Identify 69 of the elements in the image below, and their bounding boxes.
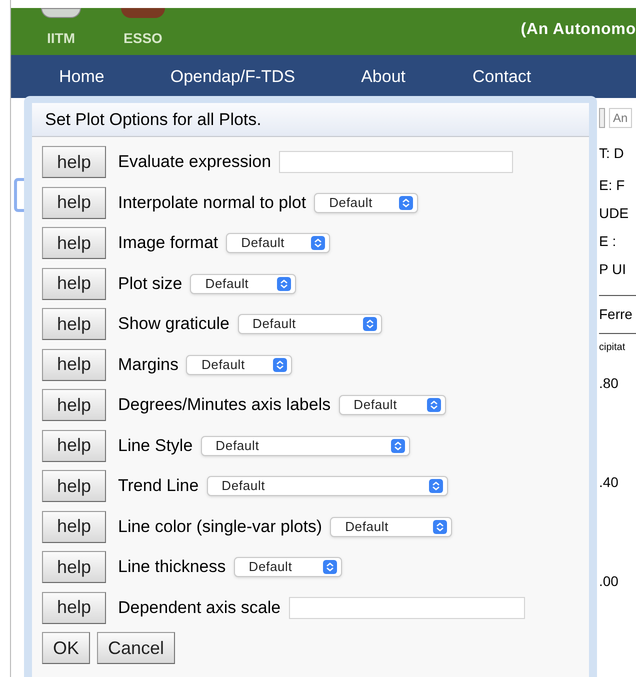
dropdown[interactable]: Default [186,354,292,374]
option-label: Trend Line [118,475,199,498]
chevron-icon [390,438,405,452]
option-label: Dependent axis scale [118,596,281,619]
nav-link[interactable]: Home [59,64,104,90]
chevron-icon [362,317,377,331]
dropdown[interactable]: Default [234,557,342,577]
dropdown[interactable]: Default [238,314,382,334]
nav-link[interactable]: About [361,64,406,90]
chevron-icon [311,236,326,250]
option-label: Image format [118,232,218,254]
help-button[interactable]: help [42,592,106,624]
dropdown[interactable]: Default [190,274,296,294]
chevron-icon [433,520,448,534]
chevron-icon [273,358,288,372]
logo-label: IITM [47,29,75,48]
info-text: P UI [599,260,626,279]
logo-icon [121,8,165,18]
tab-label[interactable]: Ferre [599,304,632,325]
help-button[interactable]: help [42,227,106,259]
chevron-icon [428,479,443,493]
chevron-icon [399,196,414,210]
option-label: Plot size [118,272,182,295]
option-label: Line Style [118,434,193,457]
dropdown[interactable]: Default [200,436,410,456]
info-text: UDE [599,204,629,223]
option-label: Margins [118,354,178,376]
help-button[interactable]: help [42,348,106,380]
dialog-title: Set Plot Options for all Plots. [32,103,589,137]
nav-link[interactable]: Opendap/F-TDS [170,64,296,90]
help-button[interactable]: help [42,551,106,583]
dropdown[interactable]: Default [314,192,418,212]
help-button[interactable]: help [42,470,106,502]
search-field[interactable]: An [609,108,632,128]
chevron-icon [277,276,292,290]
axis-label: .00 [599,572,618,591]
dropdown[interactable]: Default [330,516,452,536]
help-button[interactable]: help [42,308,106,340]
logo-icon [41,8,81,18]
chevron-icon [426,398,441,412]
option-label: Degrees/Minutes axis labels [118,394,331,416]
nav-link[interactable]: Contact [472,64,532,90]
axis-label: .40 [599,473,618,492]
input-field[interactable] [288,596,525,618]
help-button[interactable]: help [42,268,106,300]
info-text: E: F [599,176,625,195]
help-button[interactable]: help [42,430,106,462]
option-label: Show graticule [118,313,230,336]
info-text: T: D [599,144,624,163]
dropdown[interactable]: Default [226,233,330,253]
help-button[interactable]: help [42,186,106,218]
help-button[interactable]: help [42,389,106,421]
column-header: cipitat [599,341,626,355]
chevron-icon [322,560,337,574]
help-button[interactable]: help [42,510,106,542]
axis-label: .80 [599,374,618,393]
option-label: Line color (single-var plots) [118,516,322,538]
info-text: E : [599,232,616,251]
cancel-button[interactable]: Cancel [97,632,176,664]
input-field[interactable] [279,151,514,173]
help-button[interactable]: help [42,146,106,178]
header-tagline: (An Autonomo [520,20,636,40]
option-label: Evaluate expression [118,151,272,174]
option-label: Interpolate normal to plot [118,192,306,214]
ok-button[interactable]: OK [42,632,90,664]
option-label: Line thickness [118,556,226,578]
dropdown[interactable]: Default [338,395,446,415]
logo-label: ESSO [124,29,162,48]
dropdown[interactable]: Default [206,476,448,496]
